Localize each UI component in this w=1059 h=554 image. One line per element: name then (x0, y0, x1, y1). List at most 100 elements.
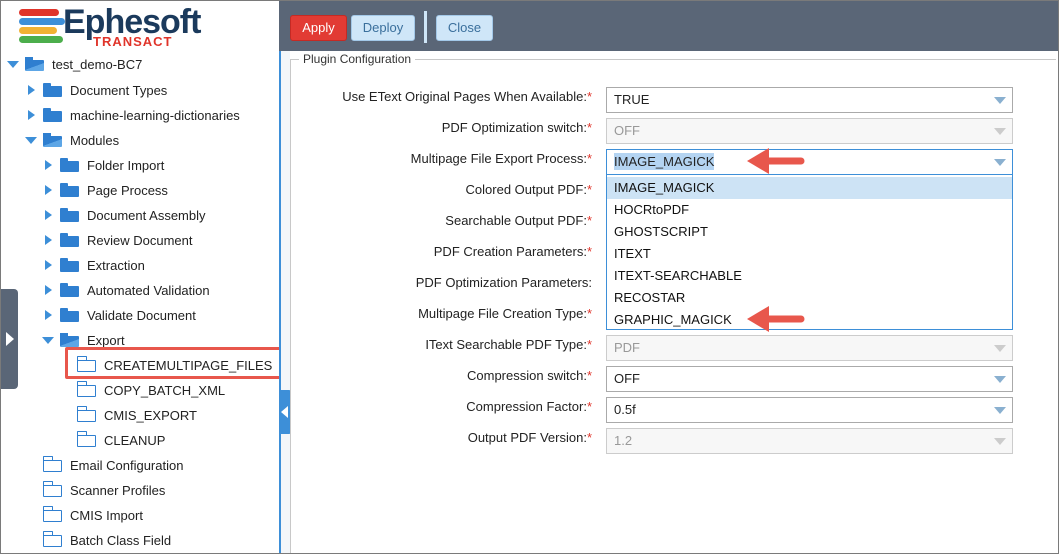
folder-outline-icon (42, 506, 62, 522)
tree-label: COPY_BATCH_XML (104, 382, 226, 398)
tree-item-batch-class-field[interactable]: Batch Class Field (42, 529, 172, 551)
chevron-down-icon (994, 159, 1006, 166)
fieldset-legend: Plugin Configuration (299, 52, 416, 66)
compression-factor-select[interactable]: 0.5f (606, 397, 1013, 423)
tree-item-copy-batch-xml[interactable]: COPY_BATCH_XML (76, 379, 226, 401)
caret-right-icon[interactable] (25, 84, 37, 96)
tree-item-cmis-export[interactable]: CMIS_EXPORT (76, 404, 197, 426)
caret-right-icon[interactable] (42, 259, 54, 271)
tree-label: Page Process (87, 182, 168, 198)
deploy-button[interactable]: Deploy (351, 15, 415, 41)
tree-item-cmis-import[interactable]: CMIS Import (42, 504, 143, 526)
folder-icon (60, 183, 79, 197)
tree-label: Modules (70, 132, 120, 148)
folder-outline-icon (42, 531, 62, 547)
multipage-export-select[interactable]: IMAGE_MAGICK (606, 149, 1013, 175)
pdf-opt-switch-select[interactable]: OFF (606, 118, 1013, 144)
tree-label: Export (87, 332, 125, 348)
tree-item-folder-import[interactable]: Folder Import (42, 154, 164, 176)
tree-label: Email Configuration (70, 457, 184, 473)
annotation-arrow-icon (747, 306, 805, 332)
itext-pdf-type-select[interactable]: PDF (606, 335, 1013, 361)
batch-class-tree: test_demo-BC7 Document Types machine-lea… (1, 51, 279, 553)
tree-item-document-assembly[interactable]: Document Assembly (42, 204, 206, 226)
dropdown-option[interactable]: ITEXT (607, 243, 1012, 265)
select-value: 0.5f (614, 402, 636, 417)
tree-item-extraction[interactable]: Extraction (42, 254, 145, 276)
dropdown-option[interactable]: HOCRtoPDF (607, 199, 1012, 221)
panel-divider[interactable] (279, 51, 290, 553)
folder-icon (60, 258, 79, 272)
tree-label: Automated Validation (87, 282, 210, 298)
multipage-export-dropdown-list: IMAGE_MAGICK HOCRtoPDF GHOSTSCRIPT ITEXT… (606, 174, 1013, 330)
output-pdf-version-select[interactable]: 1.2 (606, 428, 1013, 454)
select-value: OFF (614, 371, 640, 386)
compression-switch-select[interactable]: OFF (606, 366, 1013, 392)
etext-select[interactable]: TRUE (606, 87, 1013, 113)
dropdown-option[interactable]: ITEXT-SEARCHABLE (607, 265, 1012, 287)
plugin-configuration-panel: Plugin Configuration Use EText Original … (290, 51, 1058, 553)
caret-right-icon[interactable] (42, 184, 54, 196)
folder-icon (43, 83, 62, 97)
chevron-down-icon (994, 97, 1006, 104)
apply-button[interactable]: Apply (290, 15, 347, 41)
tree-item-scanner-profiles[interactable]: Scanner Profiles (42, 479, 166, 501)
select-value: 1.2 (614, 433, 633, 448)
tree-item-ml-dictionaries[interactable]: machine-learning-dictionaries (25, 104, 240, 126)
field-label-pdf-opt-params: PDF Optimization Parameters: (415, 275, 592, 290)
folder-open-icon (25, 57, 44, 71)
app-window: Ephesoft TRANSACT Apply Deploy Close tes… (0, 0, 1059, 554)
tree-label: Validate Document (87, 307, 196, 323)
tree-item-automated-validation[interactable]: Automated Validation (42, 279, 210, 301)
chevron-down-icon (994, 128, 1006, 135)
tree-label: Extraction (87, 257, 145, 273)
caret-right-icon[interactable] (25, 109, 37, 121)
dropdown-option[interactable]: IMAGE_MAGICK (607, 177, 1012, 199)
tree-item-validate-document[interactable]: Validate Document (42, 304, 196, 326)
caret-right-icon[interactable] (42, 309, 54, 321)
folder-icon (60, 233, 79, 247)
tree-label: Batch Class Field (70, 532, 172, 548)
folder-outline-icon (76, 381, 96, 397)
folder-icon (60, 208, 79, 222)
dropdown-option[interactable]: GHOSTSCRIPT (607, 221, 1012, 243)
tree-item-review-document[interactable]: Review Document (42, 229, 193, 251)
caret-right-icon[interactable] (42, 284, 54, 296)
caret-down-icon[interactable] (42, 334, 54, 346)
field-label-itext-pdf-type: IText Searchable PDF Type:* (425, 337, 592, 352)
folder-open-icon (60, 333, 79, 347)
caret-right-icon[interactable] (42, 209, 54, 221)
chevron-down-icon (994, 345, 1006, 352)
caret-right-icon[interactable] (42, 234, 54, 246)
logo: Ephesoft TRANSACT (1, 1, 279, 51)
folder-icon (60, 283, 79, 297)
select-value: OFF (614, 123, 640, 138)
tree-label: test_demo-BC7 (52, 56, 143, 72)
caret-down-icon[interactable] (7, 58, 19, 70)
tree-label: Scanner Profiles (70, 482, 166, 498)
tree-item-cleanup[interactable]: CLEANUP (76, 429, 166, 451)
field-label-pdf-opt-switch: PDF Optimization switch:* (441, 120, 592, 135)
tree-label: Document Assembly (87, 207, 206, 223)
field-label-searchable-output: Searchable Output PDF:* (445, 213, 592, 228)
tree-item-document-types[interactable]: Document Types (25, 79, 167, 101)
folder-outline-icon (42, 456, 62, 472)
caret-down-icon[interactable] (25, 134, 37, 146)
folder-icon (60, 158, 79, 172)
field-label-etext: Use EText Original Pages When Available:… (342, 89, 592, 104)
expand-panel-icon[interactable] (1, 289, 18, 389)
tree-item-modules[interactable]: Modules (25, 129, 119, 151)
tree-item-email-configuration[interactable]: Email Configuration (42, 454, 184, 476)
caret-right-icon[interactable] (42, 159, 54, 171)
tree-label: Document Types (70, 82, 168, 98)
dropdown-option[interactable]: RECOSTAR (607, 287, 1012, 309)
toolbar-separator (424, 11, 427, 43)
dropdown-option[interactable]: GRAPHIC_MAGICK (607, 309, 1012, 331)
close-button[interactable]: Close (436, 15, 493, 41)
tree-label: Folder Import (87, 157, 165, 173)
tree-item-page-process[interactable]: Page Process (42, 179, 168, 201)
folder-outline-icon (76, 431, 96, 447)
field-label-compression-factor: Compression Factor:* (466, 399, 592, 414)
tree-root[interactable]: test_demo-BC7 (7, 53, 142, 75)
tree-label: CLEANUP (104, 432, 166, 448)
